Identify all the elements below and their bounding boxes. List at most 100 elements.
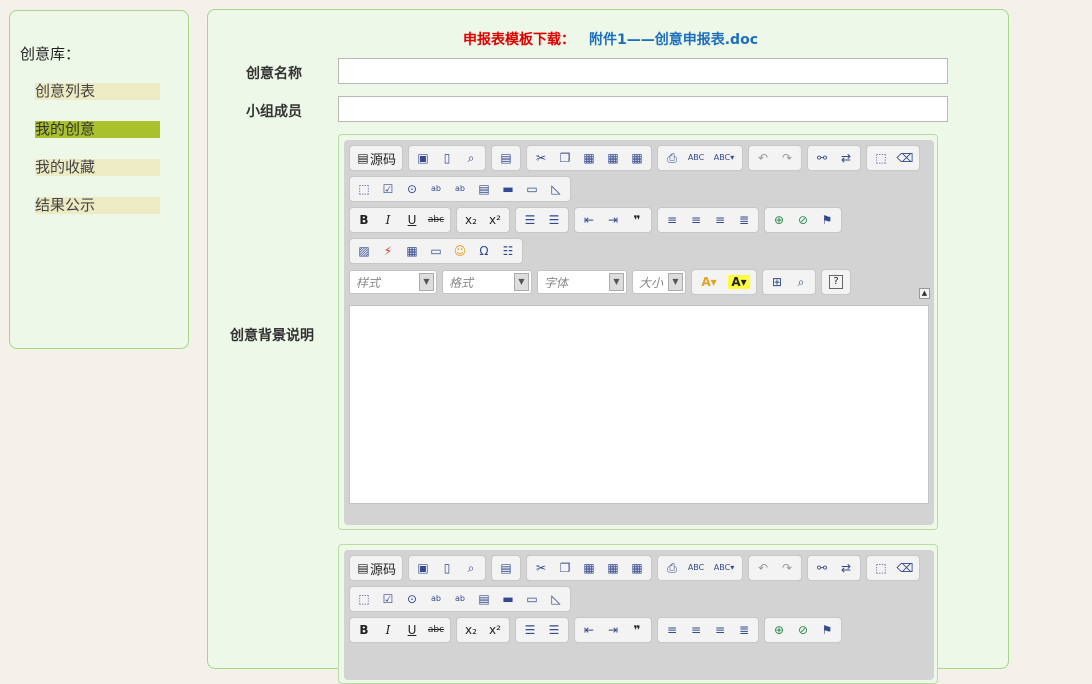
- unlink-button[interactable]: ⊘: [791, 208, 815, 232]
- subscript-button[interactable]: x₂: [459, 208, 483, 232]
- outdent-button[interactable]: ⇤: [577, 208, 601, 232]
- align-left-button[interactable]: ≡: [660, 618, 684, 642]
- anchor-button[interactable]: ⚑: [815, 618, 839, 642]
- superscript-button[interactable]: x²: [483, 618, 507, 642]
- textarea-button[interactable]: ab: [448, 587, 472, 611]
- image-button[interactable]: ▨: [352, 239, 376, 263]
- radio-button[interactable]: ⊙: [400, 587, 424, 611]
- select-button[interactable]: ▤: [472, 177, 496, 201]
- save-button[interactable]: ▣: [411, 556, 435, 580]
- outdent-button[interactable]: ⇤: [577, 618, 601, 642]
- numbered-list-button[interactable]: ☰: [518, 208, 542, 232]
- paste-text-button[interactable]: ▦: [601, 146, 625, 170]
- hidden-field-button[interactable]: ◺: [544, 177, 568, 201]
- subscript-button[interactable]: x₂: [459, 618, 483, 642]
- sidebar-item-idea-list[interactable]: 创意列表: [35, 83, 160, 100]
- sidebar-item-my-favorites[interactable]: 我的收藏: [35, 159, 160, 176]
- undo-button[interactable]: ↶: [751, 556, 775, 580]
- new-page-button[interactable]: ▯: [435, 556, 459, 580]
- button-button[interactable]: ▬: [496, 177, 520, 201]
- format-dropdown[interactable]: 格式 ▼: [442, 270, 532, 294]
- paste-word-button[interactable]: ▦: [625, 146, 649, 170]
- spellcheck-button[interactable]: ABC: [684, 146, 708, 170]
- blockquote-button[interactable]: ❞: [625, 208, 649, 232]
- sidebar-item-results[interactable]: 结果公示: [35, 197, 160, 214]
- print-button[interactable]: ⎙: [660, 556, 684, 580]
- unlink-button[interactable]: ⊘: [791, 618, 815, 642]
- align-left-button[interactable]: ≡: [660, 208, 684, 232]
- templates-button[interactable]: ▤: [494, 146, 518, 170]
- underline-button[interactable]: U: [400, 208, 424, 232]
- align-center-button[interactable]: ≡: [684, 618, 708, 642]
- maximize-button[interactable]: ⊞: [765, 270, 789, 294]
- table-button[interactable]: ▦: [400, 239, 424, 263]
- sidebar-item-my-ideas[interactable]: 我的创意: [35, 121, 160, 138]
- indent-button[interactable]: ⇥: [601, 208, 625, 232]
- anchor-button[interactable]: ⚑: [815, 208, 839, 232]
- superscript-button[interactable]: x²: [483, 208, 507, 232]
- replace-button[interactable]: ⇄: [834, 146, 858, 170]
- styles-dropdown[interactable]: 样式 ▼: [349, 270, 437, 294]
- paste-text-button[interactable]: ▦: [601, 556, 625, 580]
- source-button[interactable]: ▤ 源码: [352, 146, 400, 170]
- collapse-toolbar-button[interactable]: ▲: [919, 288, 930, 299]
- remove-format-button[interactable]: ⌫: [893, 556, 917, 580]
- undo-button[interactable]: ↶: [751, 146, 775, 170]
- paste-button[interactable]: ▦: [577, 146, 601, 170]
- print-button[interactable]: ⎙: [660, 146, 684, 170]
- select-all-button[interactable]: ⬚: [869, 146, 893, 170]
- preview-button[interactable]: ⌕: [459, 146, 483, 170]
- font-dropdown[interactable]: 字体 ▼: [537, 270, 627, 294]
- group-members-input[interactable]: [338, 96, 948, 122]
- form-button[interactable]: ⬚: [352, 177, 376, 201]
- underline-button[interactable]: U: [400, 618, 424, 642]
- select-all-button[interactable]: ⬚: [869, 556, 893, 580]
- redo-button[interactable]: ↷: [775, 556, 799, 580]
- preview-button[interactable]: ⌕: [459, 556, 483, 580]
- textarea-button[interactable]: ab: [448, 177, 472, 201]
- checkbox-button[interactable]: ☑: [376, 587, 400, 611]
- numbered-list-button[interactable]: ☰: [518, 618, 542, 642]
- button-button[interactable]: ▬: [496, 587, 520, 611]
- form-button[interactable]: ⬚: [352, 587, 376, 611]
- indent-button[interactable]: ⇥: [601, 618, 625, 642]
- copy-button[interactable]: ❐: [553, 146, 577, 170]
- find-button[interactable]: ⚯: [810, 146, 834, 170]
- find-button[interactable]: ⚯: [810, 556, 834, 580]
- bold-button[interactable]: B: [352, 208, 376, 232]
- save-button[interactable]: ▣: [411, 146, 435, 170]
- cut-button[interactable]: ✂: [529, 146, 553, 170]
- align-right-button[interactable]: ≡: [708, 208, 732, 232]
- about-button[interactable]: ?: [824, 270, 848, 294]
- justify-button[interactable]: ≣: [732, 618, 756, 642]
- paste-word-button[interactable]: ▦: [625, 556, 649, 580]
- link-button[interactable]: ⊕: [767, 208, 791, 232]
- image-button-button[interactable]: ▭: [520, 587, 544, 611]
- align-center-button[interactable]: ≡: [684, 208, 708, 232]
- remove-format-button[interactable]: ⌫: [893, 146, 917, 170]
- align-right-button[interactable]: ≡: [708, 618, 732, 642]
- select-button[interactable]: ▤: [472, 587, 496, 611]
- spellcheck-button[interactable]: ABC: [684, 556, 708, 580]
- show-blocks-button[interactable]: ⌕: [789, 270, 813, 294]
- special-char-button[interactable]: Ω: [472, 239, 496, 263]
- cut-button[interactable]: ✂: [529, 556, 553, 580]
- hidden-field-button[interactable]: ◺: [544, 587, 568, 611]
- italic-button[interactable]: I: [376, 618, 400, 642]
- text-color-button[interactable]: A▾: [694, 270, 724, 294]
- textfield-button[interactable]: ab: [424, 587, 448, 611]
- image-button-button[interactable]: ▭: [520, 177, 544, 201]
- link-button[interactable]: ⊕: [767, 618, 791, 642]
- idea-name-input[interactable]: [338, 58, 948, 84]
- editor-content-area[interactable]: [349, 305, 929, 504]
- redo-button[interactable]: ↷: [775, 146, 799, 170]
- page-break-button[interactable]: ☷: [496, 239, 520, 263]
- paste-button[interactable]: ▦: [577, 556, 601, 580]
- checkbox-button[interactable]: ☑: [376, 177, 400, 201]
- smiley-button[interactable]: ☺: [448, 239, 472, 263]
- bg-color-button[interactable]: A▾: [724, 270, 754, 294]
- radio-button[interactable]: ⊙: [400, 177, 424, 201]
- templates-button[interactable]: ▤: [494, 556, 518, 580]
- bulleted-list-button[interactable]: ☰: [542, 618, 566, 642]
- blockquote-button[interactable]: ❞: [625, 618, 649, 642]
